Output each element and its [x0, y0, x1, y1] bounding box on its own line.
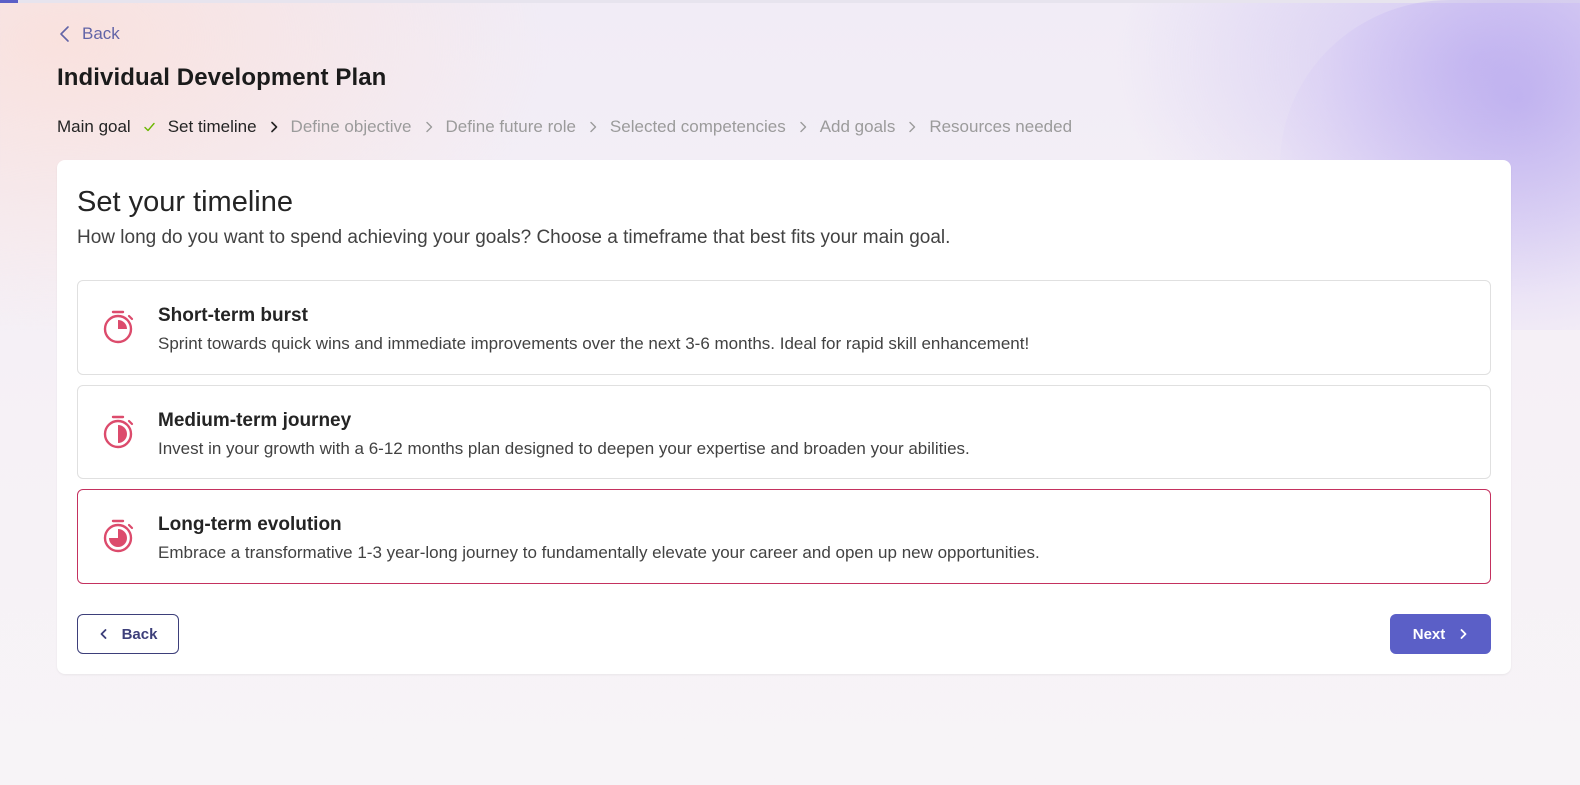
timer-half-icon — [103, 415, 134, 449]
card-title: Set your timeline — [77, 186, 293, 218]
step-define-objective: Define objective — [290, 117, 412, 136]
chevron-right-icon — [800, 121, 806, 133]
header-back-link[interactable]: Back — [58, 24, 120, 44]
step-main-goal[interactable]: Main goal — [57, 117, 131, 137]
step-separator — [798, 121, 808, 133]
option-description: Invest in your growth with a 6-12 months… — [158, 439, 970, 458]
step-separator — [269, 121, 279, 133]
timeline-card: Set your timeline How long do you want t… — [57, 160, 1511, 674]
timer-quarter-icon — [103, 310, 134, 344]
header-back-label: Back — [82, 24, 120, 43]
step-separator — [588, 121, 598, 133]
option-title: Long-term evolution — [158, 514, 342, 535]
back-button[interactable]: Back — [77, 614, 179, 654]
step-separator — [143, 121, 156, 133]
option-title: Medium-term journey — [158, 410, 352, 431]
option-long-term[interactable]: Long-term evolution Embrace a transforma… — [77, 489, 1491, 584]
step-define-future-role: Define future role — [445, 117, 576, 136]
step-selected-competencies: Selected competencies — [609, 117, 786, 136]
next-button[interactable]: Next — [1390, 614, 1491, 654]
back-button-label: Back — [121, 625, 158, 643]
checkmark-icon — [144, 122, 155, 132]
step-separator — [907, 121, 917, 133]
stepper: Main goal Set timeline Define objective … — [57, 117, 1072, 137]
option-medium-term[interactable]: Medium-term journey Invest in your growt… — [77, 385, 1491, 479]
step-resources-needed: Resources needed — [929, 117, 1073, 136]
option-short-term[interactable]: Short-term burst Sprint towards quick wi… — [77, 280, 1491, 375]
chevron-left-icon — [60, 26, 69, 42]
step-add-goals: Add goals — [819, 117, 896, 136]
chevron-right-icon — [590, 121, 597, 133]
step-set-timeline[interactable]: Set timeline — [168, 117, 257, 137]
chevron-right-icon — [909, 121, 916, 133]
card-subtitle: How long do you want to spend achieving … — [77, 227, 951, 248]
option-title: Short-term burst — [158, 305, 308, 326]
option-description: Sprint towards quick wins and immediate … — [158, 334, 1030, 353]
next-button-label: Next — [1412, 625, 1446, 643]
timer-three-quarter-icon — [103, 519, 134, 553]
top-progress-line — [0, 0, 1580, 3]
page-title: Individual Development Plan — [57, 64, 387, 91]
step-separator — [424, 121, 434, 133]
chevron-right-icon — [1460, 629, 1467, 639]
chevron-right-icon — [270, 121, 277, 133]
option-description: Embrace a transformative 1-3 year-long j… — [158, 543, 1040, 562]
chevron-left-icon — [100, 629, 106, 639]
top-progress-accent — [0, 0, 18, 3]
chevron-right-icon — [425, 121, 432, 133]
